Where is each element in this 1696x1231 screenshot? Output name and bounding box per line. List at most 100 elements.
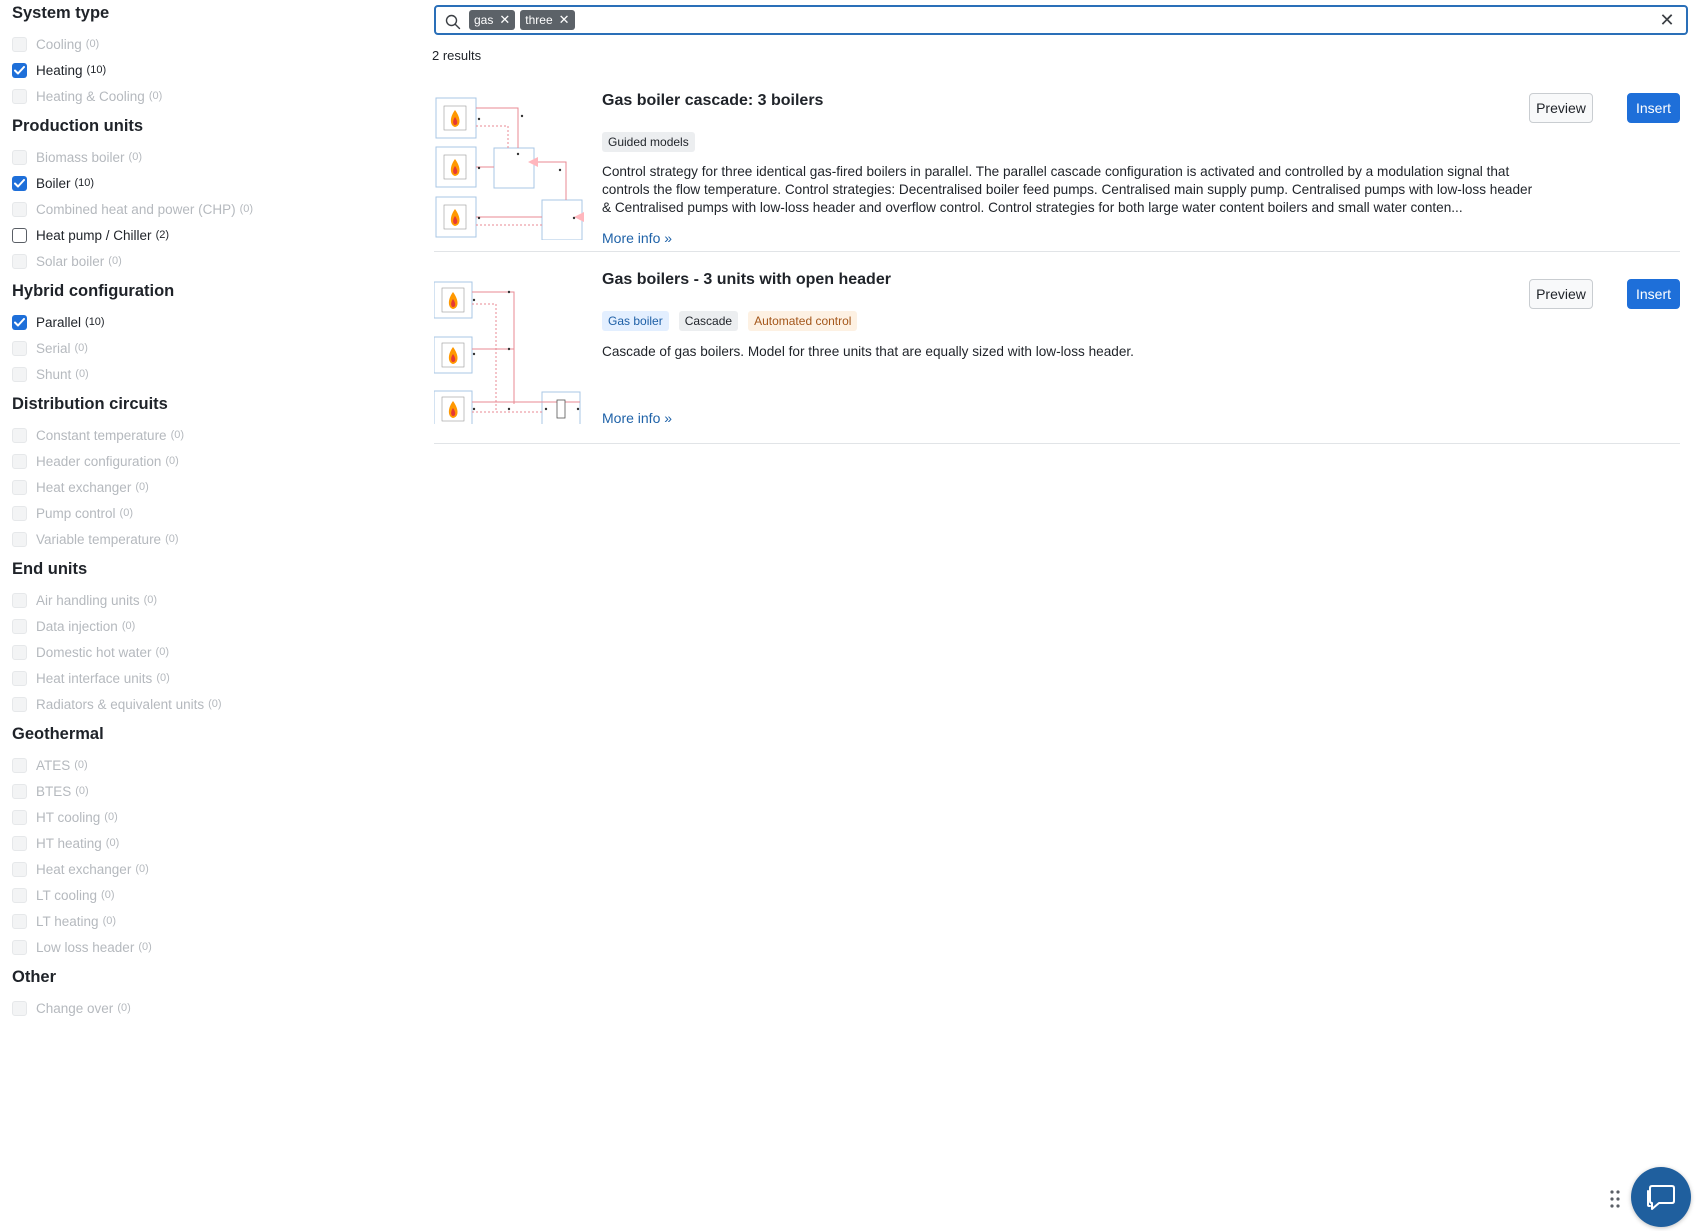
filter-option-label: Heating & Cooling [36,88,145,104]
filter-checkbox [12,88,27,104]
filter-option[interactable]: Heat pump / Chiller (2) [12,222,402,248]
remove-chip-icon[interactable]: ✕ [559,12,570,28]
filter-option: LT heating (0) [12,908,402,934]
filter-option-count: (0) [170,429,185,441]
insert-button[interactable]: Insert [1627,279,1680,309]
filter-option-count: (0) [121,620,136,632]
filter-option-label: HT heating [36,835,102,851]
drag-handle-icon[interactable] [1609,1189,1621,1209]
filter-option-label: Low loss header [36,939,135,955]
filter-checkbox [12,809,27,825]
filter-option-count: (0) [108,255,122,267]
filter-option: Change over (0) [12,995,402,1021]
checkmark-icon [14,178,25,187]
more-info-link[interactable]: More info » [602,410,672,426]
filter-option-label: ATES [36,757,71,773]
filter-option: Constant temperature (0) [12,422,402,448]
filter-option-label: Solar boiler [36,253,105,269]
filter-group-title: System type [12,4,110,22]
chip-label: three [525,13,553,27]
filter-option-count: (0) [138,941,152,953]
filter-checkbox[interactable] [12,62,27,78]
filter-option: Solar boiler (0) [12,248,402,274]
remove-chip-icon[interactable]: ✕ [499,12,510,28]
filter-option-label: Heat interface units [36,670,153,686]
filter-option-label: HT cooling [36,809,101,825]
filter-option-label: LT cooling [36,887,98,903]
filter-checkbox [12,913,27,929]
result-thumbnail[interactable] [434,90,584,240]
preview-button[interactable]: Preview [1529,93,1593,123]
filter-group: Hybrid configuration Parallel (10) Serial (0… [12,280,402,387]
filter-group: End units Air handling units (0) Data injec… [12,558,402,717]
insert-button[interactable]: Insert [1627,93,1680,123]
filter-option-label: Biomass boiler [36,149,125,165]
filter-option: ATES (0) [12,752,402,778]
filter-checkbox [12,618,27,634]
filter-option: Variable temperature (0) [12,526,402,552]
filter-option: Serial (0) [12,335,402,361]
result-card: Gas boiler cascade: 3 boilers Guided mod… [434,84,1680,252]
filter-option: HT heating (0) [12,830,402,856]
filter-option-count: (2) [155,229,170,241]
filter-option-label: Heat exchanger [36,861,132,877]
filter-checkbox [12,427,27,443]
result-title[interactable]: Gas boiler cascade: 3 boilers [602,92,823,110]
checkmark-icon [14,317,25,326]
filter-option-label: Heating [36,62,83,78]
filter-option: Combined heat and power (CHP) (0) [12,196,402,222]
result-description: Control strategy for three identical gas… [602,164,1533,215]
filter-checkbox [12,453,27,469]
filter-checkbox [12,149,27,165]
filter-option-count: (0) [119,507,133,519]
filter-checkbox [12,531,27,547]
filter-option-count: (0) [208,698,222,710]
filter-checkbox [12,36,27,52]
filter-checkbox [12,939,27,955]
result-title[interactable]: Gas boilers - 3 units with open header [602,271,891,289]
filter-option-label: BTES [36,783,72,799]
filter-option[interactable]: Boiler (10) [12,170,402,196]
filter-checkbox [12,253,27,269]
chip-label: gas [474,13,494,27]
filter-checkbox[interactable] [12,175,27,191]
filter-option: Heat interface units (0) [12,665,402,691]
checkmark-icon [14,65,25,74]
preview-button[interactable]: Preview [1529,279,1593,309]
filter-checkbox[interactable] [12,227,27,243]
filter-option-count: (0) [74,759,88,771]
filter-option-label: Boiler [36,175,71,191]
filter-checkbox [12,783,27,799]
filter-option-label: Variable temperature [36,531,162,547]
filter-checkbox[interactable] [12,314,27,330]
filter-option-count: (0) [75,368,89,380]
filter-option: Data injection (0) [12,613,402,639]
tag: Guided models [602,132,695,152]
filter-option-label: Shunt [36,366,72,382]
filter-group: Distribution circuits Constant temperatur… [12,393,402,552]
more-info-link[interactable]: More info » [602,230,672,246]
chat-button[interactable] [1631,1167,1691,1227]
filter-option: Low loss header (0) [12,934,402,960]
filter-option-label: LT heating [36,913,99,929]
filter-option: Shunt (0) [12,361,402,387]
result-tags: Guided models [602,132,695,152]
close-icon[interactable]: ✕ [1654,10,1680,31]
filter-group-title: End units [12,560,88,578]
search-input[interactable] [579,8,1654,32]
filter-checkbox [12,696,27,712]
filter-checkbox [12,1000,27,1016]
search-bar[interactable]: gas ✕ three ✕ ✕ [434,5,1688,35]
filter-option-label: Radiators & equivalent units [36,696,205,712]
filter-option-count: (0) [155,646,169,658]
result-thumbnail[interactable] [434,274,584,424]
filter-checkbox [12,670,27,686]
filter-option[interactable]: Parallel (10) [12,309,402,335]
filter-option-label: Serial [36,340,71,356]
filter-option: HT cooling (0) [12,804,402,830]
filter-option[interactable]: Heating (10) [12,57,402,83]
filter-option-count: (0) [74,342,88,354]
search-chip-gas: gas ✕ [469,10,516,30]
result-description: Cascade of gas boilers. Model for three … [602,344,1134,359]
filter-option-count: (0) [104,811,118,823]
